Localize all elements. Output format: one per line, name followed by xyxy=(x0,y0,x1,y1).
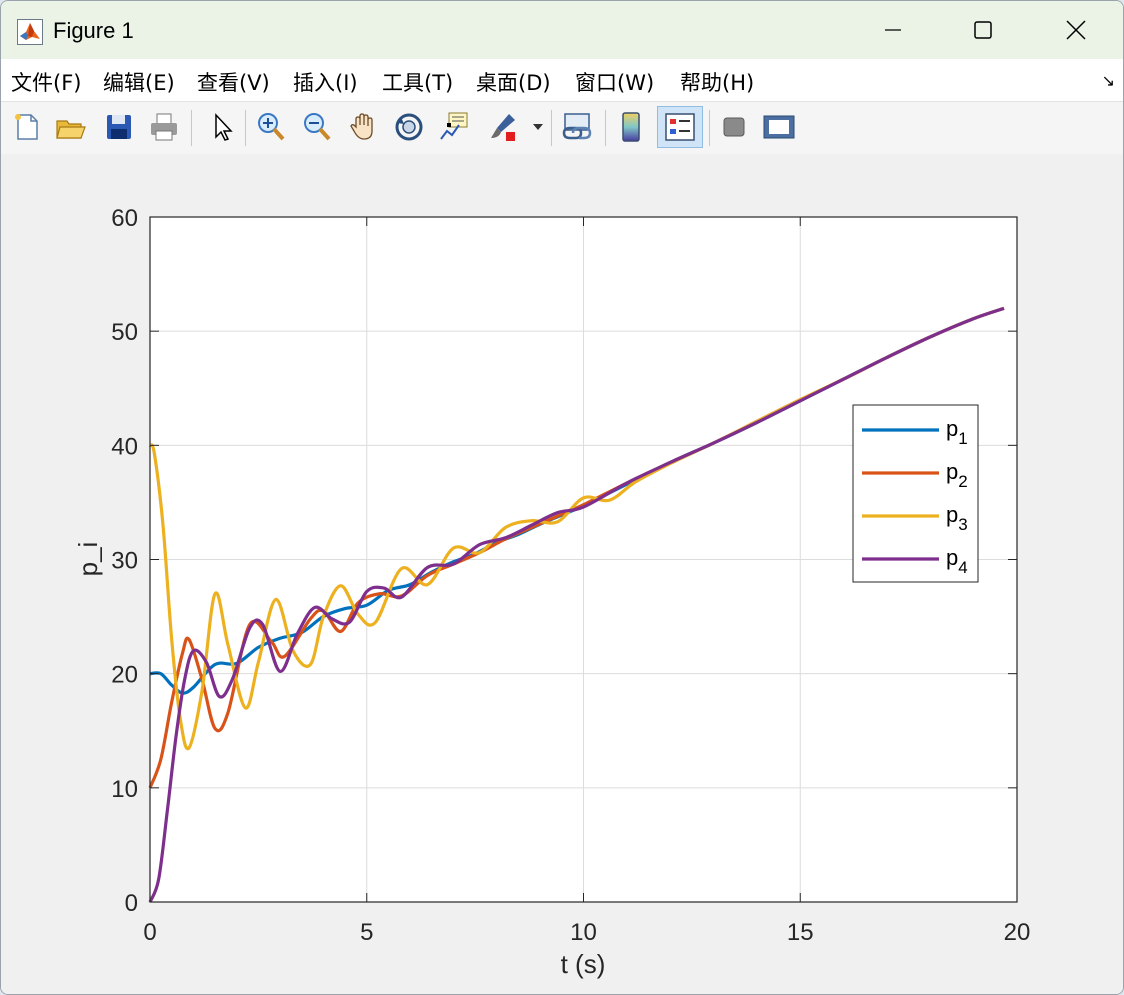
window-title: Figure 1 xyxy=(53,18,134,43)
y-tick-label: 10 xyxy=(111,776,138,803)
print-button[interactable] xyxy=(146,108,182,146)
toolbar-separator xyxy=(245,110,246,146)
x-tick-label: 5 xyxy=(360,919,373,946)
colorbar-button[interactable] xyxy=(613,108,649,146)
menu-edit[interactable]: 编辑(E) xyxy=(103,67,175,97)
menu-window[interactable]: 窗口(W) xyxy=(575,67,654,97)
new-figure-icon xyxy=(15,114,38,140)
line-chart[interactable]: 0 5 10 15 200102030405060 t (s) p_i p1p2p3p4 xyxy=(1,154,1123,994)
save-button[interactable] xyxy=(101,108,137,146)
pan-hand-icon xyxy=(350,113,373,140)
print-icon xyxy=(151,113,177,141)
show-plot-tools-button[interactable] xyxy=(761,108,797,146)
y-tick-label: 40 xyxy=(111,433,138,460)
new-figure-button[interactable] xyxy=(9,108,45,146)
x-axis-label: t (s) xyxy=(561,949,606,979)
x-tick-label: 20 xyxy=(1004,919,1031,946)
hide-plot-tools-icon xyxy=(723,117,745,137)
y-tick-label: 0 xyxy=(125,890,138,917)
data-cursor-icon xyxy=(440,112,468,140)
brush-button[interactable] xyxy=(485,108,521,146)
zoom-in-button[interactable] xyxy=(253,108,289,146)
brush-icon xyxy=(491,114,515,141)
menu-insert[interactable]: 插入(I) xyxy=(293,67,358,97)
matlab-logo-icon xyxy=(17,19,43,45)
link-plot-button[interactable] xyxy=(559,108,595,146)
menu-help[interactable]: 帮助(H) xyxy=(680,67,754,97)
close-icon xyxy=(1066,20,1086,40)
link-plot-icon xyxy=(562,113,592,140)
colorbar-icon xyxy=(622,112,640,142)
x-tick-label: 10 xyxy=(570,919,597,946)
x-tick-label: 15 xyxy=(787,919,814,946)
maximize-button[interactable] xyxy=(936,1,1030,59)
open-file-button[interactable] xyxy=(53,108,89,146)
minimize-icon xyxy=(885,29,901,31)
maximize-icon xyxy=(974,21,992,39)
save-icon xyxy=(107,115,131,139)
pointer-button[interactable] xyxy=(203,108,239,146)
pan-button[interactable] xyxy=(346,108,382,146)
minimize-button[interactable] xyxy=(846,1,940,59)
menu-bar: 文件(F) 编辑(E) 查看(V) 插入(I) 工具(T) 桌面(D) 窗口(W… xyxy=(1,59,1123,101)
close-button[interactable] xyxy=(1029,1,1123,59)
brush-dropdown-icon xyxy=(533,124,543,130)
y-tick-label: 60 xyxy=(111,205,138,232)
figure-canvas: 0 5 10 15 20 0 10 20 30 40 50 60 t (s) p_i p1 p2 p3 p4 xyxy=(1,154,1123,994)
rotate-3d-button[interactable] xyxy=(391,108,427,146)
y-tick-label: 30 xyxy=(111,548,138,575)
figure-toolbar xyxy=(1,101,1123,155)
zoom-out-icon xyxy=(304,113,331,141)
legend-button[interactable] xyxy=(657,106,703,148)
toolbar-separator xyxy=(709,110,710,146)
y-axis-label: p_i xyxy=(73,542,103,577)
y-tick-label: 50 xyxy=(111,319,138,346)
menu-file[interactable]: 文件(F) xyxy=(11,67,81,97)
dock-arrow-icon[interactable]: ↘ xyxy=(1102,71,1115,91)
legend-icon xyxy=(665,113,695,141)
title-bar[interactable]: Figure 1 xyxy=(1,1,1123,59)
menu-view[interactable]: 查看(V) xyxy=(197,67,270,97)
open-file-icon xyxy=(56,120,86,139)
rotate-3d-icon xyxy=(395,113,423,141)
menu-tools[interactable]: 工具(T) xyxy=(382,67,453,97)
brush-dropdown-button[interactable] xyxy=(529,108,547,146)
zoom-in-icon xyxy=(258,113,285,141)
menu-desktop[interactable]: 桌面(D) xyxy=(476,67,551,97)
data-cursor-button[interactable] xyxy=(437,108,473,146)
zoom-out-button[interactable] xyxy=(299,108,335,146)
x-tick-label: 0 xyxy=(143,919,156,946)
y-tick-label: 20 xyxy=(111,662,138,689)
show-plot-tools-icon xyxy=(763,115,795,139)
figure-window: Figure 1 文件(F) 编辑(E) 查看(V) 插入(I) 工具(T) 桌… xyxy=(0,0,1124,995)
toolbar-separator xyxy=(191,110,192,146)
toolbar-separator xyxy=(605,110,606,146)
pointer-icon xyxy=(215,113,233,141)
toolbar-separator xyxy=(551,110,552,146)
hide-plot-tools-button[interactable] xyxy=(716,108,752,146)
